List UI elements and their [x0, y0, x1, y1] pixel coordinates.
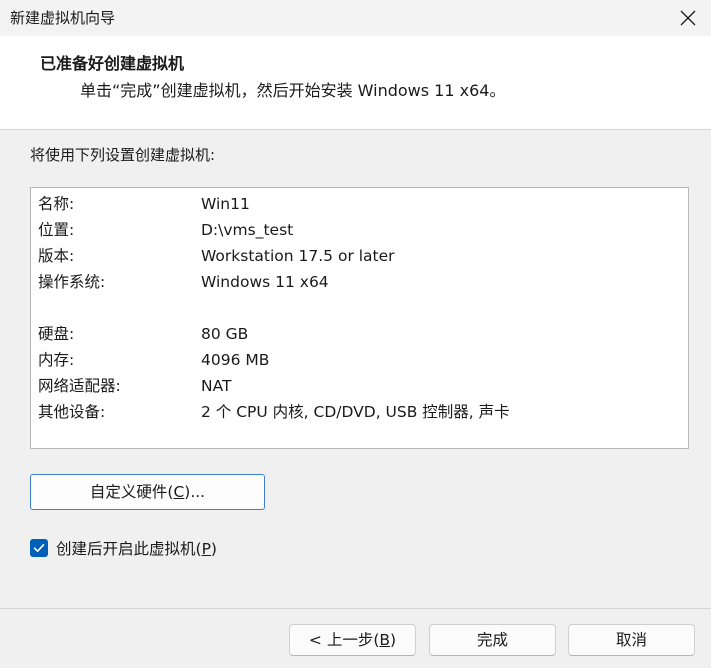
summary-key: 网络适配器:	[38, 377, 121, 395]
summary-value: Workstation 17.5 or later	[201, 247, 395, 265]
summary-row-os: 操作系统: Windows 11 x64	[38, 271, 678, 293]
title-bar: 新建虚拟机向导	[0, 0, 711, 36]
back-label-after: )	[390, 631, 397, 649]
window-title: 新建虚拟机向导	[10, 9, 116, 27]
summary-key: 名称:	[38, 195, 75, 213]
back-label-before: < 上一步(	[308, 631, 380, 649]
summary-key: 内存:	[38, 351, 75, 369]
summary-value: NAT	[201, 377, 232, 395]
wizard-content: 将使用下列设置创建虚拟机: 名称: Win11 位置: D:\vms_test …	[0, 130, 711, 608]
power-on-label: 创建后开启此虚拟机(P)	[56, 538, 217, 560]
summary-value: 80 GB	[201, 325, 249, 343]
summary-row-devices: 其他设备: 2 个 CPU 内核, CD/DVD, USB 控制器, 声卡	[38, 401, 678, 423]
back-button[interactable]: < 上一步(B)	[289, 624, 416, 656]
summary-row-location: 位置: D:\vms_test	[38, 219, 678, 241]
summary-key: 硬盘:	[38, 325, 75, 343]
summary-value: Windows 11 x64	[201, 273, 329, 291]
summary-key: 操作系统:	[38, 273, 106, 291]
summary-row-memory: 内存: 4096 MB	[38, 349, 678, 371]
finish-button[interactable]: 完成	[429, 624, 556, 656]
summary-row-version: 版本: Workstation 17.5 or later	[38, 245, 678, 267]
customize-hardware-button[interactable]: 自定义硬件(C)...	[30, 474, 265, 510]
summary-row-name: 名称: Win11	[38, 193, 678, 215]
page-subtitle: 单击“完成”创建虚拟机，然后开始安装 Windows 11 x64。	[80, 81, 506, 100]
summary-row-network: 网络适配器: NAT	[38, 375, 678, 397]
summary-key: 版本:	[38, 247, 75, 265]
customize-label-before: 自定义硬件(	[89, 483, 174, 501]
summary-key: 位置:	[38, 221, 75, 239]
cancel-button[interactable]: 取消	[568, 624, 695, 656]
summary-value: 4096 MB	[201, 351, 270, 369]
summary-value: 2 个 CPU 内核, CD/DVD, USB 控制器, 声卡	[201, 403, 510, 421]
summary-box: 名称: Win11 位置: D:\vms_test 版本: Workstatio…	[30, 187, 689, 449]
summary-value: Win11	[201, 195, 250, 213]
back-mnemonic: B	[379, 631, 391, 649]
summary-row-disk: 硬盘: 80 GB	[38, 323, 678, 345]
page-title: 已准备好创建虚拟机	[40, 54, 185, 73]
power-on-label-after: )	[210, 540, 217, 558]
close-icon	[680, 10, 696, 26]
summary-label: 将使用下列设置创建虚拟机:	[30, 146, 216, 164]
summary-value: D:\vms_test	[201, 221, 294, 239]
power-on-checkbox[interactable]	[30, 539, 48, 557]
checkmark-icon	[33, 544, 45, 552]
new-vm-wizard-window: 新建虚拟机向导 已准备好创建虚拟机 单击“完成”创建虚拟机，然后开始安装 Win…	[0, 0, 711, 668]
close-button[interactable]	[665, 0, 711, 36]
wizard-header: 已准备好创建虚拟机 单击“完成”创建虚拟机，然后开始安装 Windows 11 …	[0, 36, 711, 129]
summary-key: 其他设备:	[38, 403, 106, 421]
wizard-footer: < 上一步(B) 完成 取消	[0, 609, 711, 668]
power-on-mnemonic: P	[201, 540, 211, 558]
customize-label-after: )...	[184, 483, 206, 501]
power-on-label-before: 创建后开启此虚拟机(	[56, 540, 202, 558]
customize-mnemonic: C	[173, 483, 185, 501]
